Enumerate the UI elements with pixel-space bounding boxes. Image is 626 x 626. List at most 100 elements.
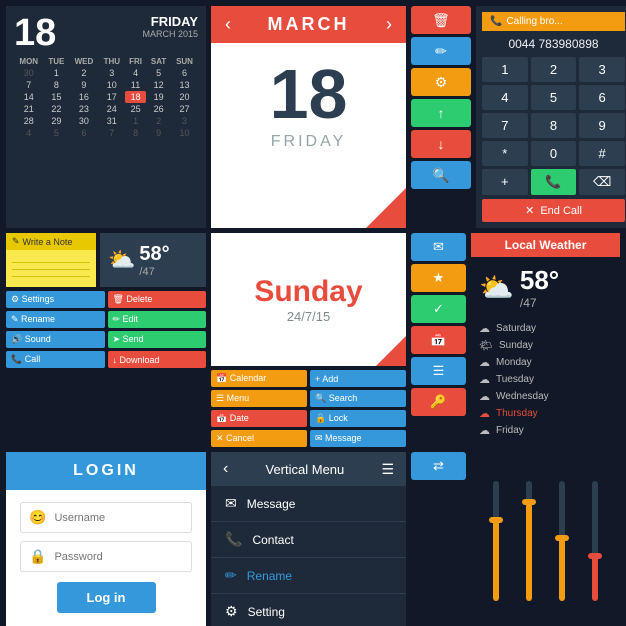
icon-btn-delete[interactable]: 🗑 [411, 6, 471, 34]
rename-icon: ✏ [225, 567, 237, 584]
calendar-widget: 18 FRIDAY MARCH 2015 MON TUE WED THU FRI… [6, 6, 206, 228]
icon-btn-download[interactable]: ↓ [411, 130, 471, 158]
dial-key-2[interactable]: 2 [531, 57, 577, 82]
menu-btn-send[interactable]: ➤ Send [108, 331, 207, 348]
dial-key-1[interactable]: 1 [482, 57, 528, 82]
icon-buttons-panel: 🗑 ✏ ⚙ ↑ ↓ 🔍 [411, 6, 471, 228]
left-panel-row2: ✎ Write a Note ⛅ 58° /47 [6, 233, 206, 447]
sunday-panel: Sunday 24/7/15 📅 Calendar + Add ☰ Menu 🔍… [211, 233, 406, 447]
vmenu-menu-icon[interactable]: ☰ [381, 461, 394, 478]
icon-btn-cal2[interactable]: 📅 [411, 326, 466, 354]
dial-key-delete[interactable]: ⌫ [579, 169, 625, 195]
login-button[interactable]: Log in [57, 582, 156, 613]
march-big-date: 18 [211, 59, 406, 129]
vmenu-title: Vertical Menu [266, 462, 345, 477]
menu-btn-search[interactable]: 🔍 Search [310, 390, 406, 407]
menu-btn-menu[interactable]: ☰ Menu [211, 390, 307, 407]
menu-btn-download[interactable]: ↓ Download [108, 351, 207, 368]
contact-icon: 📞 [225, 531, 242, 548]
menu-btn-add[interactable]: + Add [310, 370, 406, 387]
weather-day-tuesday: ☁ Tuesday [479, 371, 612, 388]
password-field[interactable]: 🔒 [20, 541, 192, 572]
dial-key-call[interactable]: 📞 [531, 169, 577, 195]
menu-btn-cancel[interactable]: ✕ Cancel [211, 430, 307, 447]
weather-cloud-icon: ⛅ [479, 271, 514, 304]
setting-icon: ⚙ [225, 603, 238, 620]
local-weather-low: /47 [520, 296, 559, 310]
weather-day-wednesday: ☁ Wednesday [479, 388, 612, 405]
icon-btn-edit[interactable]: ✏ [411, 37, 471, 65]
dial-key-3[interactable]: 3 [579, 57, 625, 82]
icon-btn-key[interactable]: 🔑 [411, 388, 466, 416]
vmenu-header: ‹ Vertical Menu ☰ [211, 452, 406, 486]
vmenu-item-setting[interactable]: ⚙ Setting [211, 594, 406, 626]
menu-btn-delete[interactable]: 🗑 Delete [108, 291, 207, 308]
dial-key-8[interactable]: 8 [531, 113, 577, 138]
calendar-date-big: 18 [14, 14, 56, 52]
weather-day-monday: ☁ Monday [479, 354, 612, 371]
icon-btn-star[interactable]: ★ [411, 264, 466, 292]
icon-btn-share[interactable]: ↑ [411, 99, 471, 127]
menu-btn-sound[interactable]: 🔊 Sound [6, 331, 105, 348]
march-month-title: MARCH [268, 14, 350, 35]
local-weather: Local Weather ⛅ 58° /47 ☁ Saturday [471, 233, 620, 447]
sliders-panel: ⇄ [411, 452, 620, 626]
login-widget: LOGIN 😊 🔒 Log in [6, 452, 206, 626]
march-next-arrow[interactable]: › [386, 14, 392, 35]
login-header: LOGIN [6, 452, 206, 490]
sunday-date: 24/7/15 [287, 309, 330, 324]
icon-btn-settings[interactable]: ⚙ [411, 68, 471, 96]
end-call-button[interactable]: ✕ End Call [482, 199, 625, 222]
march-weekday: FRIDAY [211, 133, 406, 151]
vmenu-prev-arrow[interactable]: ‹ [223, 460, 228, 478]
vmenu-item-contact[interactable]: 📞 Contact [211, 522, 406, 558]
password-input[interactable] [54, 551, 183, 563]
calendar-month-year: MARCH 2015 [142, 29, 198, 39]
icon-btn-menu2[interactable]: ☰ [411, 357, 466, 385]
dial-key-6[interactable]: 6 [579, 85, 625, 110]
weather-low-small: /47 [139, 266, 169, 278]
phone-number: 0044 783980898 [482, 37, 625, 51]
dial-key-0[interactable]: 0 [531, 141, 577, 166]
calling-bar: 📞 Calling bro... [482, 12, 625, 31]
menu-btn-settings[interactable]: ⚙ Settings [6, 291, 105, 308]
note-widget: ✎ Write a Note [6, 233, 96, 287]
icon-btn-check[interactable]: ✓ [411, 295, 466, 323]
right-panel-row2: ✉ ★ ✓ 📅 ☰ 🔑 Local Weather ⛅ 58° /47 [411, 233, 620, 447]
menu-btn-rename[interactable]: ✎ Rename [6, 311, 105, 328]
calendar-day-name: FRIDAY [142, 14, 198, 29]
menu-btn-message[interactable]: ✉ Message [310, 430, 406, 447]
menu-btn-date[interactable]: 📅 Date [211, 410, 307, 427]
username-input[interactable] [54, 512, 183, 524]
vmenu-item-message[interactable]: ✉ Message [211, 486, 406, 522]
march-calendar: ‹ MARCH › 18 FRIDAY [211, 6, 406, 228]
dial-key-5[interactable]: 5 [531, 85, 577, 110]
weather-day-saturday: ☁ Saturday [479, 320, 612, 337]
menu-btn-calendar[interactable]: 📅 Calendar [211, 370, 307, 387]
menu-btn-lock[interactable]: 🔒 Lock [310, 410, 406, 427]
vertical-menu: ‹ Vertical Menu ☰ ✉ Message 📞 Contact ✏ … [211, 452, 406, 626]
dial-key-7[interactable]: 7 [482, 113, 528, 138]
dial-key-4[interactable]: 4 [482, 85, 528, 110]
sunday-title: Sunday [254, 275, 362, 309]
icon-btn-msg[interactable]: ✉ [411, 233, 466, 261]
dial-key-9[interactable]: 9 [579, 113, 625, 138]
icon-btn-search[interactable]: 🔍 [411, 161, 471, 189]
weather-day-sunday: 🌤 Sunday [479, 337, 612, 354]
dial-key-add[interactable]: + [482, 169, 528, 195]
icon-btn-swap[interactable]: ⇄ [411, 452, 466, 480]
menu-btn-call[interactable]: 📞 Call [6, 351, 105, 368]
weather-day-thursday: ☁ Thursday [479, 405, 612, 422]
dial-key-hash[interactable]: # [579, 141, 625, 166]
username-field[interactable]: 😊 [20, 502, 192, 533]
dial-key-star[interactable]: * [482, 141, 528, 166]
weather-day-friday: ☁ Friday [479, 422, 612, 439]
user-icon: 😊 [29, 509, 46, 526]
lock-icon: 🔒 [29, 548, 46, 565]
vmenu-item-rename[interactable]: ✏ Rename [211, 558, 406, 594]
menu-btn-edit[interactable]: ✏ Edit [108, 311, 207, 328]
local-weather-temp: 58° [520, 265, 559, 296]
phone-dialer: 📞 Calling bro... 0044 783980898 1 2 3 4 … [476, 6, 626, 228]
march-prev-arrow[interactable]: ‹ [225, 14, 231, 35]
cloud-sun-icon: ⛅ [108, 247, 135, 273]
